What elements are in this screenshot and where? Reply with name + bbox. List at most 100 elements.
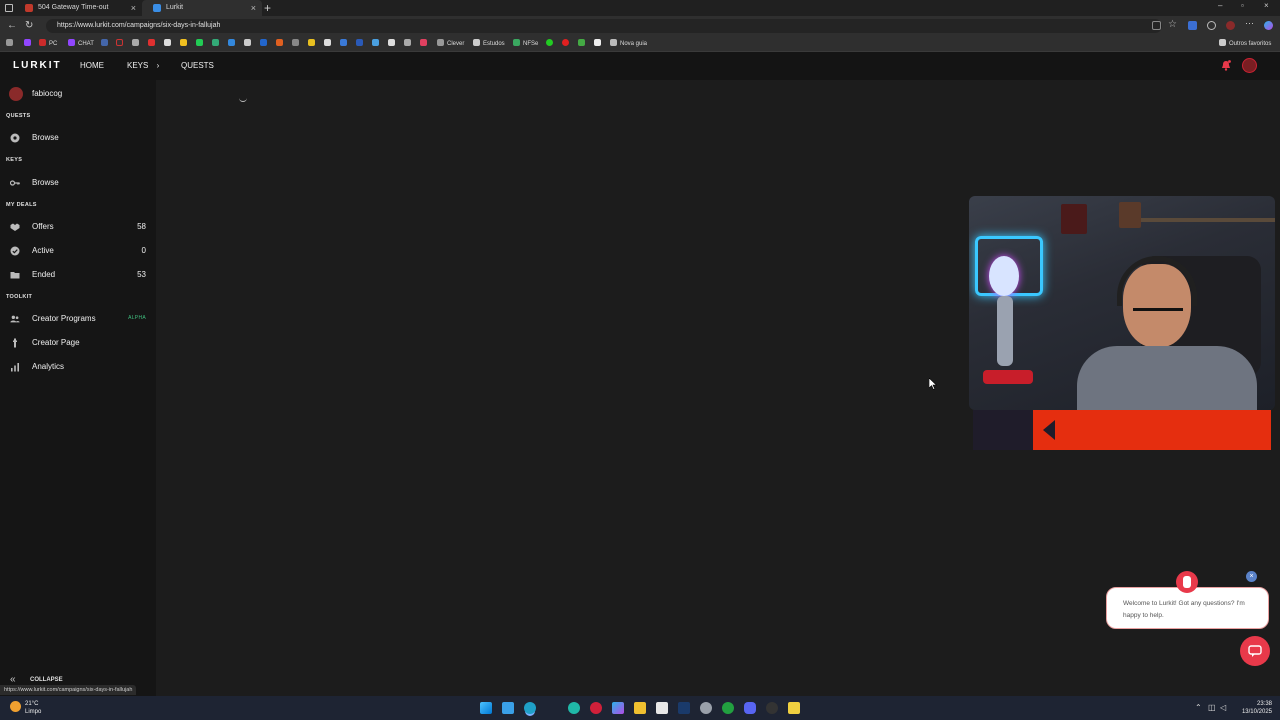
chat-welcome-bubble[interactable]: Welcome to Lurkit! Got any questions? I'…: [1106, 587, 1269, 629]
copilot-icon[interactable]: [1264, 21, 1273, 30]
bookmark-icon-22[interactable]: [546, 39, 556, 49]
site-icon: [356, 39, 363, 46]
tray-chevron-icon[interactable]: ⌃: [1195, 703, 1202, 712]
sync-icon[interactable]: [1207, 21, 1216, 30]
bookmark-icon-10[interactable]: [244, 39, 254, 49]
bookmark-icon-1[interactable]: [101, 39, 111, 49]
notes-icon[interactable]: [788, 702, 800, 714]
bookmark-icon-3[interactable]: [132, 39, 142, 49]
bookmark-twitch[interactable]: [24, 39, 34, 49]
extension-icon[interactable]: [1188, 21, 1197, 30]
settings-gear-icon[interactable]: [700, 702, 712, 714]
sidebar-item-quests-browse[interactable]: Browse: [0, 129, 156, 147]
site-icon: [148, 39, 155, 46]
bookmark-icon-19[interactable]: [388, 39, 398, 49]
obs-icon[interactable]: [766, 702, 778, 714]
bookmark-icon-12[interactable]: [276, 39, 286, 49]
bookmark-icon-23[interactable]: [562, 39, 572, 49]
sidebar-item-ended[interactable]: Ended 53: [0, 266, 156, 284]
bookmark-icon-24[interactable]: [578, 39, 588, 49]
bookmark-icon-15[interactable]: [324, 39, 334, 49]
reload-icon[interactable]: ↻: [25, 20, 33, 32]
widgets-icon[interactable]: [502, 702, 514, 714]
site-icon: [308, 39, 315, 46]
chat-close-button[interactable]: ×: [1246, 571, 1257, 582]
bookmark-icon-25[interactable]: [594, 39, 604, 49]
sidebar-toggle-icon[interactable]: [5, 4, 13, 12]
bookmark-icon-8[interactable]: [212, 39, 222, 49]
network-icon[interactable]: ◫: [1208, 703, 1216, 712]
bookmark-icon-16[interactable]: [340, 39, 350, 49]
app-icon-teal[interactable]: [568, 702, 580, 714]
browser-tab-lurkit[interactable]: Lurkit ×: [142, 0, 262, 16]
url-input[interactable]: https://www.lurkit.com/campaigns/six-day…: [46, 19, 1162, 33]
xbox-icon[interactable]: [722, 702, 734, 714]
bookmark-icon-13[interactable]: [292, 39, 302, 49]
bookmark-icon-7[interactable]: [196, 39, 206, 49]
nav-home[interactable]: HOME: [80, 61, 104, 70]
restore-icon[interactable]: ▫: [1241, 1, 1244, 10]
open-chat-button[interactable]: [1240, 636, 1270, 666]
start-icon[interactable]: [480, 702, 492, 714]
header-user-avatar[interactable]: [1242, 58, 1257, 73]
notification-bell-icon[interactable]: [1221, 60, 1231, 71]
bookmark-icon-21[interactable]: [420, 39, 430, 49]
sidebar-user[interactable]: fabiocog: [0, 85, 156, 103]
alien-figure: [989, 256, 1019, 296]
username: fabiocog: [32, 89, 63, 98]
sidebar-item-analytics[interactable]: Analytics: [0, 358, 156, 376]
close-tab-icon[interactable]: ×: [251, 0, 256, 16]
bookmark-icon-4[interactable]: [148, 39, 158, 49]
nav-keys[interactable]: KEYS ›: [127, 61, 159, 70]
steam-icon[interactable]: [678, 702, 690, 714]
folder-icon: [513, 39, 520, 46]
bookmark-icon-20[interactable]: [404, 39, 414, 49]
copilot-icon[interactable]: [612, 702, 624, 714]
sidebar-item-keys-browse[interactable]: Browse: [0, 174, 156, 192]
back-icon[interactable]: ←: [7, 20, 17, 32]
bookmark-icon-17[interactable]: [356, 39, 366, 49]
sidebar-item-active[interactable]: Active 0: [0, 242, 156, 260]
bookmark-icon-2[interactable]: [116, 39, 126, 49]
site-icon: [180, 39, 187, 46]
page-icon: [13, 338, 17, 348]
close-window-icon[interactable]: ×: [1264, 1, 1269, 10]
lurkit-logo[interactable]: LURKIT: [13, 60, 62, 71]
bookmark-pc[interactable]: PC: [39, 39, 57, 49]
close-tab-icon[interactable]: ×: [131, 0, 136, 16]
browser-tab-gateway[interactable]: 504 Gateway Time-out ×: [14, 0, 142, 16]
bookmark-icon-18[interactable]: [372, 39, 382, 49]
nav-quests[interactable]: QUESTS: [181, 61, 214, 70]
section-keys: KEYS: [6, 157, 23, 163]
sidebar-item-creator-page[interactable]: Creator Page: [0, 334, 156, 352]
minimize-icon[interactable]: –: [1218, 1, 1222, 10]
bookmark-nova-guia[interactable]: Nova guia: [610, 39, 647, 49]
volume-icon[interactable]: ◁: [1220, 703, 1226, 712]
calendar-icon[interactable]: [656, 702, 668, 714]
opera-icon[interactable]: [590, 702, 602, 714]
sidebar-item-creator-programs[interactable]: Creator Programs ALPHA: [0, 310, 156, 328]
file-explorer-icon[interactable]: [634, 702, 646, 714]
bookmark-estudos[interactable]: Estudos: [473, 39, 505, 49]
bookmark-gamepad[interactable]: [6, 39, 16, 49]
bookmark-icon-11[interactable]: [260, 39, 270, 49]
folder-icon: [473, 39, 480, 46]
other-favorites[interactable]: Outros favoritos: [1219, 39, 1271, 49]
sidebar-item-offers[interactable]: Offers 58: [0, 218, 156, 236]
bookmark-icon-5[interactable]: [164, 39, 174, 49]
profile-avatar[interactable]: [1226, 21, 1235, 30]
new-tab-icon[interactable]: +: [264, 1, 271, 15]
bookmark-icon-6[interactable]: [180, 39, 190, 49]
read-mode-icon[interactable]: [1152, 21, 1161, 30]
system-clock[interactable]: 23:38 13/10/2025: [1238, 700, 1272, 716]
favorite-star-icon[interactable]: ☆: [1168, 19, 1177, 31]
bookmark-clever[interactable]: Clever: [437, 39, 464, 49]
bookmark-chat[interactable]: CHAT: [68, 39, 94, 49]
more-icon[interactable]: ⋯: [1245, 18, 1254, 29]
discord-icon[interactable]: [744, 702, 756, 714]
edge-icon[interactable]: [524, 702, 536, 714]
bookmark-nfse[interactable]: NFSe: [513, 39, 538, 49]
mascot-face: [1183, 576, 1191, 588]
bookmark-icon-14[interactable]: [308, 39, 318, 49]
bookmark-icon-9[interactable]: [228, 39, 238, 49]
